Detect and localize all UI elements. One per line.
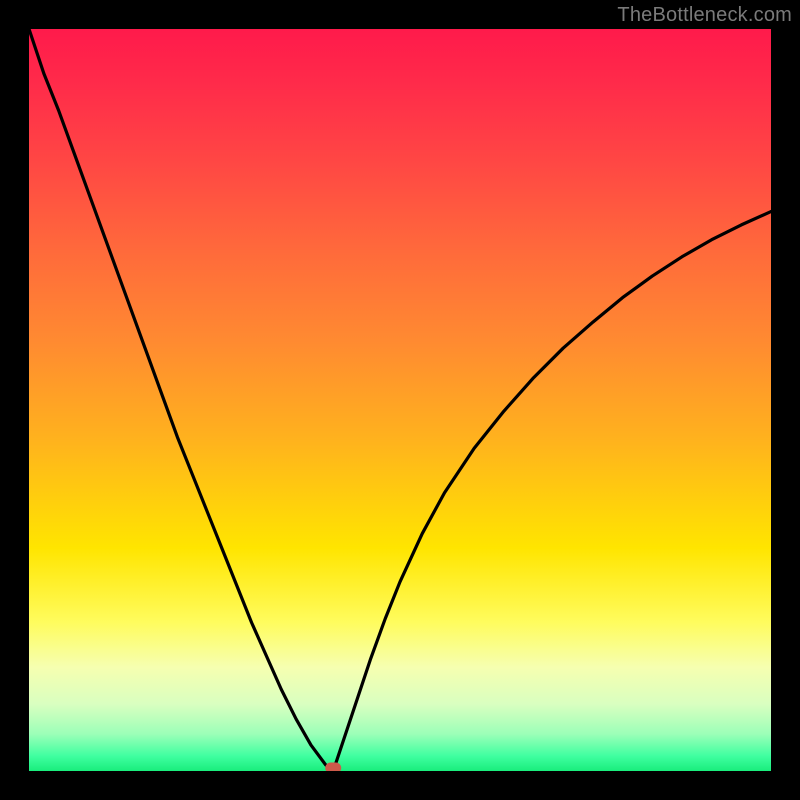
minimum-marker (325, 763, 341, 772)
chart-stage: TheBottleneck.com (0, 0, 800, 800)
curve-right-branch (333, 212, 771, 771)
watermark-text: TheBottleneck.com (617, 4, 792, 27)
chart-svg (29, 29, 771, 771)
curve-left-branch (29, 29, 333, 771)
bottleneck-chart (29, 29, 771, 771)
